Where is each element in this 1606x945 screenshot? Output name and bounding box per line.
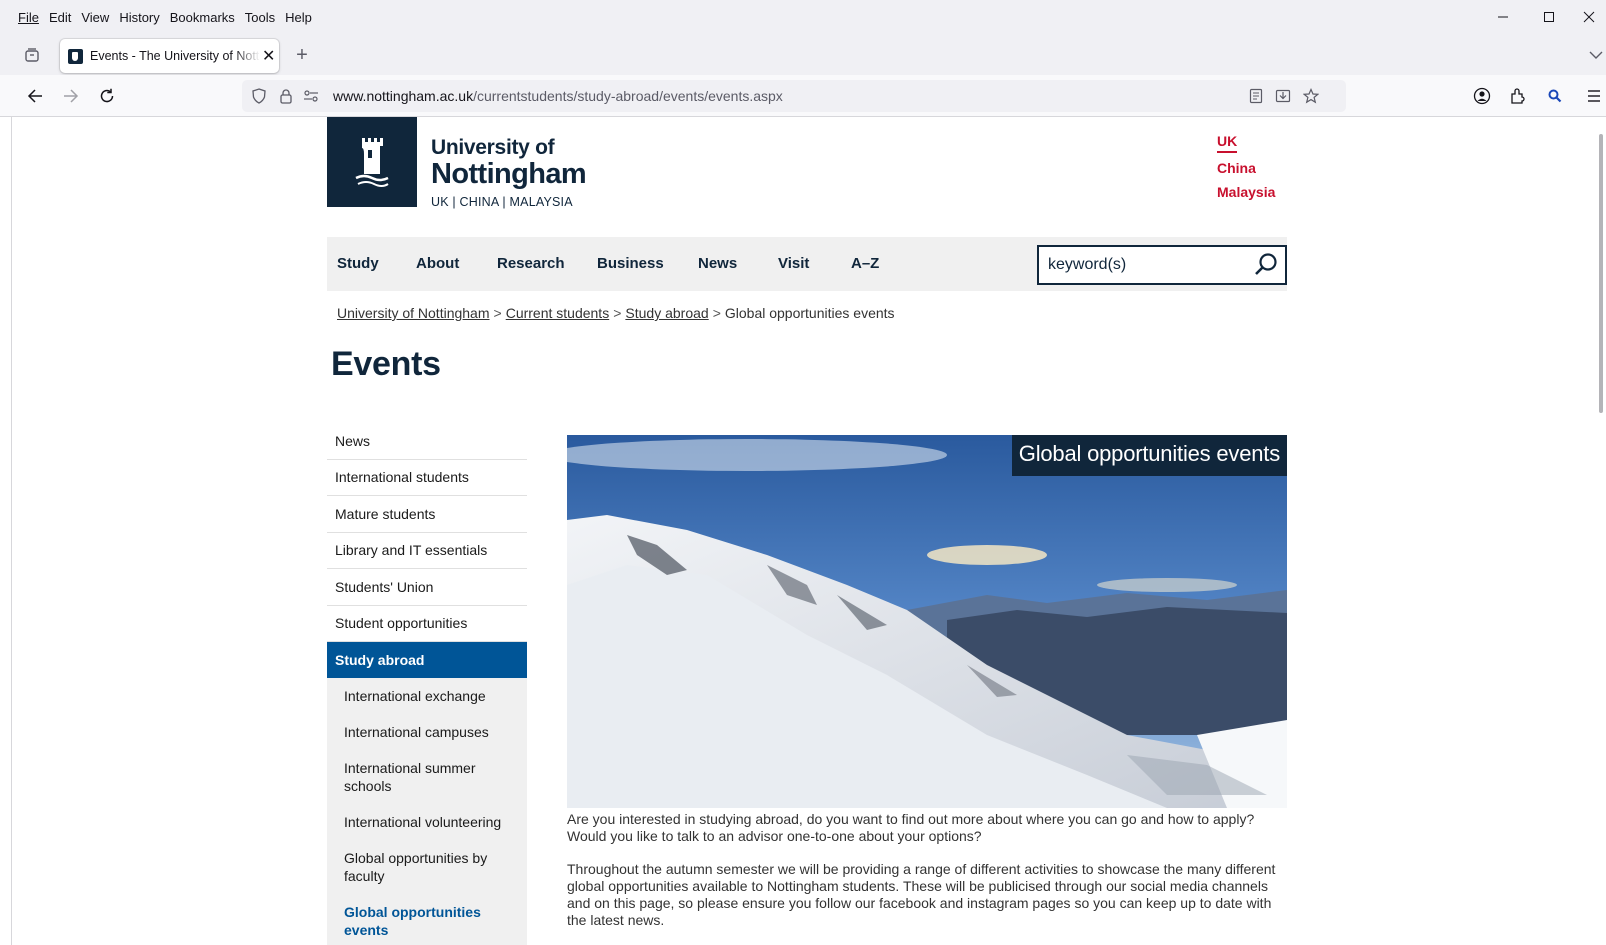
account-icon[interactable]: [1470, 84, 1494, 108]
campus-uk-link[interactable]: UK: [1217, 132, 1238, 153]
url-bar[interactable]: www.nottingham.ac.uk/currentstudents/stu…: [242, 80, 1346, 112]
brand-line-1: University of: [431, 136, 555, 159]
url-text: www.nottingham.ac.uk/currentstudents/stu…: [333, 88, 783, 104]
nav-business[interactable]: Business: [597, 255, 664, 272]
web-page: University of Nottingham UK | CHINA | MA…: [12, 117, 1596, 945]
nav-visit[interactable]: Visit: [778, 255, 809, 272]
nav-a-z[interactable]: A–Z: [851, 255, 879, 272]
sidebar-subitem-by-faculty[interactable]: Global opportunities by faculty: [327, 840, 527, 894]
intro-paragraph-2: Throughout the autumn semester we will b…: [567, 861, 1276, 928]
search-extension-icon[interactable]: [1543, 84, 1567, 108]
menu-file[interactable]: File: [13, 10, 44, 25]
menu-tools[interactable]: Tools: [240, 10, 280, 25]
campus-malaysia-link[interactable]: Malaysia: [1217, 180, 1275, 204]
page-scrollbar[interactable]: [1596, 117, 1606, 945]
nav-news[interactable]: News: [698, 255, 737, 272]
university-crest-logo[interactable]: [327, 117, 417, 207]
new-tab-icon[interactable]: +: [290, 43, 314, 67]
extensions-icon[interactable]: [1506, 84, 1530, 108]
menu-history[interactable]: History: [114, 10, 164, 25]
tracking-shield-icon[interactable]: [250, 87, 268, 105]
menu-bar: File Edit View History Bookmarks Tools H…: [0, 0, 1606, 34]
tab-events[interactable]: Events - The University of Nottingham ✕: [60, 39, 279, 73]
tab-title: Events - The University of Nottingham: [90, 49, 260, 63]
university-wordmark[interactable]: University of Nottingham UK | CHINA | MA…: [431, 136, 587, 210]
tab-strip: Events - The University of Nottingham ✕ …: [0, 34, 1606, 75]
breadcrumb: University of Nottingham > Current student…: [337, 305, 895, 321]
search-input[interactable]: [1048, 256, 1248, 274]
search-icon[interactable]: [1253, 252, 1279, 278]
intro-paragraph-1: Are you interested in studying abroad, d…: [567, 811, 1255, 844]
menu-view[interactable]: View: [76, 10, 114, 25]
brand-line-2: Nottingham: [431, 158, 587, 190]
breadcrumb-current: Global opportunities events: [724, 305, 895, 321]
sidebar-subitem-events[interactable]: Global opportunities events: [327, 894, 527, 945]
hero-caption: Global opportunities events: [1011, 435, 1287, 476]
sidebar-item-library-it[interactable]: Library and IT essentials: [327, 533, 527, 569]
permissions-icon[interactable]: [302, 87, 320, 105]
maximize-icon[interactable]: [1526, 0, 1572, 34]
snowy-mountains-image: [567, 435, 1287, 808]
sidebar-item-mature-students[interactable]: Mature students: [327, 496, 527, 533]
sidebar-subitem-volunteering[interactable]: International volunteering: [327, 804, 527, 840]
site-search: [1037, 245, 1287, 285]
sidebar-subnav: International exchange International cam…: [327, 678, 527, 945]
sidebar-item-news[interactable]: News: [327, 423, 527, 460]
main-navigation: Study About Research Business News Visit…: [327, 237, 1287, 291]
tab-manager-icon[interactable]: [20, 43, 44, 67]
reload-icon[interactable]: [94, 83, 120, 109]
sidebar-item-students-union[interactable]: Students' Union: [327, 569, 527, 606]
menu-edit[interactable]: Edit: [44, 10, 76, 25]
nav-study[interactable]: Study: [337, 255, 379, 272]
save-to-pocket-icon[interactable]: [1274, 87, 1292, 105]
section-sidebar: News International students Mature stude…: [327, 423, 527, 945]
sidebar-item-study-abroad[interactable]: Study abroad: [327, 642, 527, 678]
tab-close-icon[interactable]: ✕: [262, 46, 275, 66]
brand-campuses: UK | CHINA | MALAYSIA: [431, 195, 573, 209]
breadcrumb-link-study-abroad[interactable]: Study abroad: [625, 305, 708, 321]
reader-view-icon[interactable]: [1247, 87, 1265, 105]
sidebar-subitem-summer-schools[interactable]: International summer schools: [327, 750, 527, 804]
hamburger-menu-icon[interactable]: [1582, 84, 1606, 108]
list-tabs-chevron-down-icon[interactable]: [1586, 43, 1606, 67]
forward-arrow-icon[interactable]: [58, 83, 84, 109]
back-arrow-icon[interactable]: [22, 83, 48, 109]
minimize-icon[interactable]: [1480, 0, 1526, 34]
nav-about[interactable]: About: [416, 255, 459, 272]
sidebar-item-international-students[interactable]: International students: [327, 460, 527, 496]
campus-china-link[interactable]: China: [1217, 156, 1275, 180]
sidebar-subitem-international-campuses[interactable]: International campuses: [327, 714, 527, 750]
scrollbar-thumb[interactable]: [1599, 134, 1603, 413]
bookmark-star-icon[interactable]: [1302, 87, 1320, 105]
breadcrumb-link-home[interactable]: University of Nottingham: [337, 305, 490, 321]
page-title: Events: [331, 345, 441, 383]
menu-bookmarks[interactable]: Bookmarks: [165, 10, 240, 25]
nottingham-favicon-icon: [68, 48, 83, 64]
nav-research[interactable]: Research: [497, 255, 565, 272]
sidebar-item-student-opportunities[interactable]: Student opportunities: [327, 606, 527, 642]
navigation-bar: www.nottingham.ac.uk/currentstudents/stu…: [0, 75, 1606, 117]
campus-switcher: UK China Malaysia: [1217, 129, 1275, 204]
lock-icon[interactable]: [277, 87, 295, 105]
breadcrumb-link-current-students[interactable]: Current students: [506, 305, 610, 321]
sidebar-subitem-international-exchange[interactable]: International exchange: [327, 678, 527, 714]
close-window-icon[interactable]: [1572, 0, 1606, 34]
hero-banner: Global opportunities events: [567, 435, 1287, 808]
menu-help[interactable]: Help: [280, 10, 317, 25]
